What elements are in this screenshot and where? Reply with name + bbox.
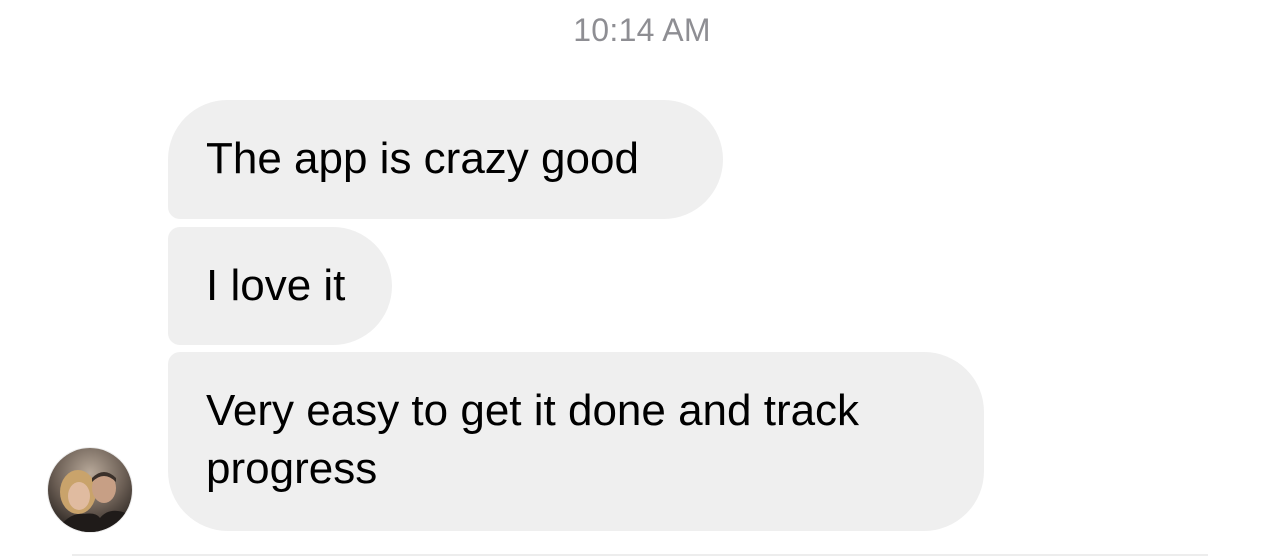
sender-avatar[interactable]: [48, 448, 132, 532]
profile-photo-avatar-icon: [48, 448, 132, 532]
message-bubble[interactable]: The app is crazy good: [168, 100, 723, 219]
message-text: The app is crazy good: [206, 134, 639, 183]
chat-thread: 10:14 AM The app is crazy good I love it…: [0, 0, 1284, 558]
message-text: I love it: [206, 261, 346, 310]
message-bubble[interactable]: I love it: [168, 227, 392, 345]
message-timestamp: 10:14 AM: [573, 12, 711, 48]
message-bubble[interactable]: Very easy to get it done and track progr…: [168, 352, 984, 531]
bottom-divider: [72, 554, 1208, 556]
message-text: Very easy to get it done and track progr…: [206, 386, 860, 493]
